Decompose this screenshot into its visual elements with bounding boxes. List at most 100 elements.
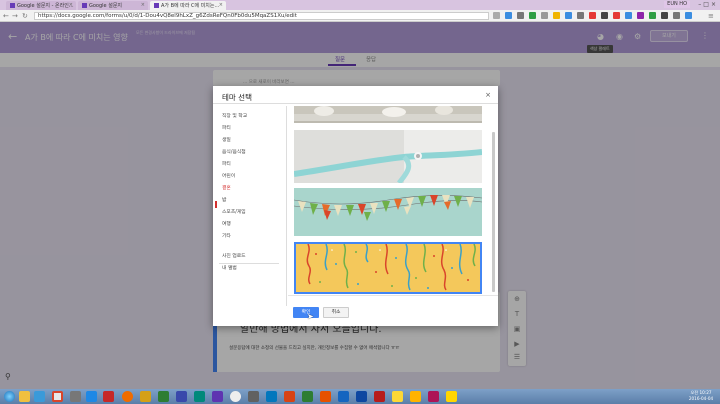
- category-item[interactable]: 직장 및 학교: [222, 112, 247, 119]
- browser-user-badge[interactable]: EUN HO: [664, 1, 690, 8]
- cancel-button[interactable]: 취소: [323, 307, 349, 318]
- app-icon[interactable]: [356, 391, 367, 402]
- kakaotalk-icon[interactable]: [446, 391, 457, 402]
- extension-icon[interactable]: [553, 12, 560, 19]
- start-button-icon[interactable]: [4, 391, 15, 402]
- theme-thumbnail-bunting[interactable]: [294, 188, 482, 236]
- chrome-icon[interactable]: [52, 391, 63, 402]
- extension-icon[interactable]: [577, 12, 584, 19]
- upload-photo-item[interactable]: 사진 업로드: [222, 252, 246, 259]
- outlook-icon[interactable]: [266, 391, 277, 402]
- extension-icon[interactable]: [613, 12, 620, 19]
- browser-tab-label: A가 B에 따라 C에 미치는...: [161, 3, 220, 9]
- app-icon[interactable]: [428, 391, 439, 402]
- app-icon[interactable]: [194, 391, 205, 402]
- address-bar-row: ← → ↻ https://docs.google.com/forms/u/0/…: [0, 10, 720, 22]
- glasses-image: [294, 106, 482, 123]
- clock-date: 2016-04-04: [688, 396, 714, 401]
- extension-icon[interactable]: [649, 12, 656, 19]
- category-item[interactable]: 파티: [222, 124, 231, 131]
- extension-icon[interactable]: [625, 12, 632, 19]
- category-item[interactable]: 생일: [222, 136, 231, 143]
- reload-icon[interactable]: ↻: [22, 12, 28, 20]
- divider: [288, 295, 498, 296]
- extension-icon[interactable]: [505, 12, 512, 19]
- forward-icon[interactable]: →: [12, 12, 18, 20]
- theme-thumbnail-ribbon[interactable]: [294, 130, 482, 183]
- app-icon[interactable]: [70, 391, 81, 402]
- excel-icon[interactable]: [302, 391, 313, 402]
- ie-icon[interactable]: [86, 391, 97, 402]
- divider: [213, 103, 498, 104]
- category-item[interactable]: 여행: [222, 220, 231, 227]
- forms-favicon-icon: [82, 3, 87, 8]
- theme-thumbnail-confetti-selected[interactable]: [294, 242, 482, 294]
- extension-icon[interactable]: [517, 12, 524, 19]
- browser-tab-label: Google 설문지: [89, 3, 123, 9]
- extension-icon[interactable]: [541, 12, 548, 19]
- browser-tab-active[interactable]: A가 B에 따라 C에 미치는... ×: [150, 1, 226, 10]
- theme-thumbnails: [291, 106, 494, 295]
- app-icon[interactable]: [122, 391, 133, 402]
- back-icon[interactable]: ←: [3, 12, 9, 20]
- explorer-icon[interactable]: [19, 391, 30, 402]
- browser-tab[interactable]: Google 설문지 ×: [78, 1, 148, 10]
- bunting-image: [294, 188, 482, 236]
- theme-category-list: 직장 및 학교 파티 생일 음식/음식점 파티 어린이 결혼 밤 스포츠/게임 …: [213, 106, 287, 306]
- browser-tab[interactable]: Google 설문지 - 온라인... ×: [6, 1, 76, 10]
- windows-taskbar: 오전 10:27 2016-04-04: [0, 389, 720, 404]
- category-item[interactable]: 밤: [222, 196, 226, 203]
- theme-thumbnail-glasses[interactable]: [294, 106, 482, 123]
- selected-category-marker: [215, 201, 217, 208]
- extension-icon[interactable]: [589, 12, 596, 19]
- star-app-icon[interactable]: [392, 391, 403, 402]
- close-tab-icon[interactable]: ×: [219, 2, 223, 8]
- app-icon[interactable]: [103, 391, 114, 402]
- url-field[interactable]: https://docs.google.com/forms/u/0/d/1-Do…: [34, 12, 489, 20]
- app-icon[interactable]: [176, 391, 187, 402]
- extension-icon[interactable]: [529, 12, 536, 19]
- ok-button[interactable]: 확인: [293, 307, 319, 318]
- app-icon[interactable]: [374, 391, 385, 402]
- ribbon-image: [294, 130, 482, 183]
- extension-icon[interactable]: [685, 12, 692, 19]
- app-icon[interactable]: [140, 391, 151, 402]
- powerpoint-icon[interactable]: [284, 391, 295, 402]
- app-icon[interactable]: [248, 391, 259, 402]
- my-album-item[interactable]: 내 앨범: [222, 264, 237, 271]
- category-item[interactable]: 어린이: [222, 172, 235, 179]
- extension-icon[interactable]: [601, 12, 608, 19]
- app-icon[interactable]: [320, 391, 331, 402]
- extension-icon[interactable]: [661, 12, 668, 19]
- app-icon[interactable]: [410, 391, 421, 402]
- extension-icon[interactable]: [673, 12, 680, 19]
- close-tab-icon[interactable]: ×: [69, 2, 73, 8]
- window-controls-icon[interactable]: –□×: [698, 1, 718, 8]
- forms-favicon-icon: [154, 3, 159, 8]
- dialog-title: 테마 선택: [222, 93, 252, 102]
- app-icon[interactable]: [212, 391, 223, 402]
- close-icon[interactable]: ×: [485, 91, 491, 99]
- close-tab-icon[interactable]: ×: [141, 2, 145, 8]
- extension-icon[interactable]: [565, 12, 572, 19]
- theme-dialog: 테마 선택 × 직장 및 학교 파티 생일 음식/음식점 파티 어린이 결혼 밤…: [213, 86, 498, 326]
- browser-tab-strip: Google 설문지 - 온라인... × Google 설문지 × A가 B에…: [0, 0, 720, 10]
- category-item[interactable]: 파티: [222, 160, 231, 167]
- mouse-cursor-icon: ➤: [307, 312, 314, 321]
- forms-favicon-icon: [10, 3, 15, 8]
- system-clock[interactable]: 오전 10:27 2016-04-04: [683, 390, 719, 402]
- extension-icon[interactable]: [637, 12, 644, 19]
- browser-tab-label: Google 설문지 - 온라인...: [17, 3, 74, 9]
- category-item[interactable]: 음식/음식점: [222, 148, 246, 155]
- app-icon[interactable]: [230, 391, 241, 402]
- drive-icon[interactable]: [34, 391, 45, 402]
- chrome-menu-icon[interactable]: ≡: [708, 12, 714, 20]
- category-item[interactable]: 기타: [222, 232, 231, 239]
- star-icon[interactable]: [493, 12, 500, 19]
- thumbnail-scrollbar[interactable]: [492, 132, 495, 292]
- category-item-selected[interactable]: 결혼: [222, 184, 231, 191]
- confetti-image: [296, 243, 480, 292]
- category-item[interactable]: 스포츠/게임: [222, 208, 246, 215]
- app-icon[interactable]: [158, 391, 169, 402]
- word-icon[interactable]: [338, 391, 349, 402]
